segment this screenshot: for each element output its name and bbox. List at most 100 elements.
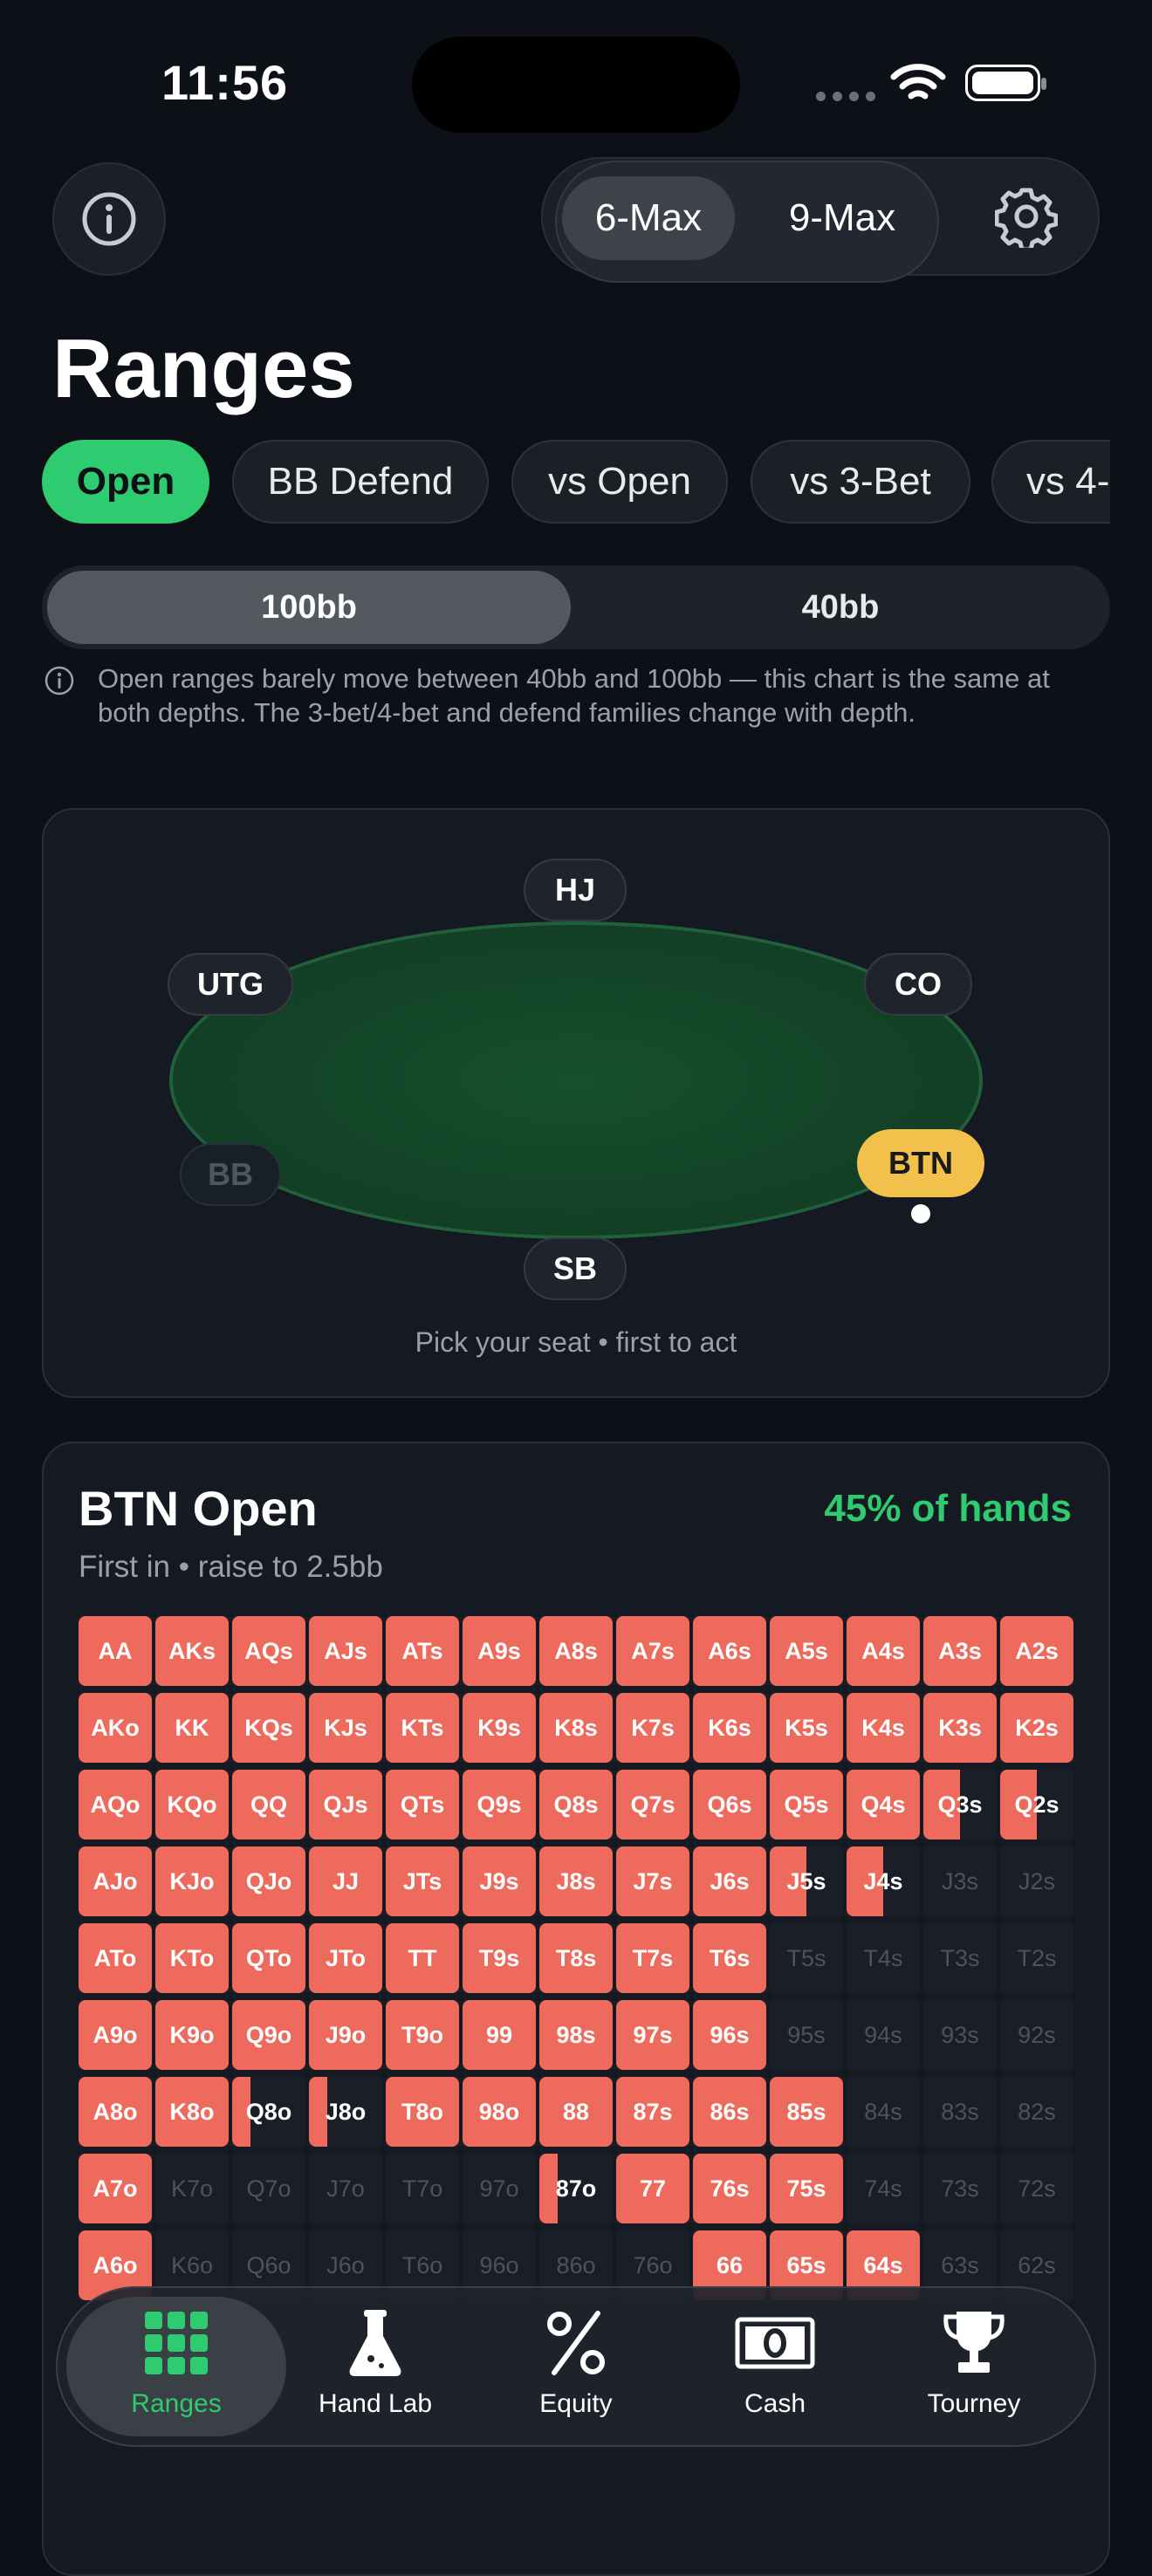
hand-cell-86s[interactable]: 86s [693, 2077, 766, 2147]
hand-cell-T9s[interactable]: T9s [463, 1923, 536, 1993]
hand-cell-AQs[interactable]: AQs [232, 1616, 305, 1686]
hand-cell-K2s[interactable]: K2s [1000, 1693, 1073, 1763]
hand-cell-J9o[interactable]: J9o [309, 2000, 382, 2070]
hand-cell-T3s[interactable]: T3s [923, 1923, 997, 1993]
hand-cell-82s[interactable]: 82s [1000, 2077, 1073, 2147]
hand-cell-AQo[interactable]: AQo [79, 1770, 152, 1840]
hand-cell-Q8s[interactable]: Q8s [539, 1770, 613, 1840]
hand-cell-J8s[interactable]: J8s [539, 1846, 613, 1916]
tab-hand-lab[interactable]: Hand Lab [288, 2304, 463, 2435]
hand-cell-KJo[interactable]: KJo [155, 1846, 229, 1916]
hand-cell-ATs[interactable]: ATs [386, 1616, 459, 1686]
hand-cell-J4s[interactable]: J4s [847, 1846, 920, 1916]
settings-gear-icon[interactable] [994, 185, 1059, 252]
hand-cell-QTs[interactable]: QTs [386, 1770, 459, 1840]
hand-cell-A8o[interactable]: A8o [79, 2077, 152, 2147]
hand-cell-K7s[interactable]: K7s [616, 1693, 689, 1763]
seat-hj[interactable]: HJ [524, 859, 627, 921]
hand-cell-J9s[interactable]: J9s [463, 1846, 536, 1916]
chip-vs-4-bet[interactable]: vs 4-Bet [991, 440, 1110, 524]
hand-cell-K9s[interactable]: K9s [463, 1693, 536, 1763]
hand-cell-K8o[interactable]: K8o [155, 2077, 229, 2147]
hand-cell-88[interactable]: 88 [539, 2077, 613, 2147]
hand-cell-84s[interactable]: 84s [847, 2077, 920, 2147]
hand-cell-AKo[interactable]: AKo [79, 1693, 152, 1763]
seat-co[interactable]: CO [864, 953, 972, 1016]
hand-cell-J2s[interactable]: J2s [1000, 1846, 1073, 1916]
hand-cell-TT[interactable]: TT [386, 1923, 459, 1993]
hand-cell-87o[interactable]: 87o [539, 2154, 613, 2223]
hand-cell-ATo[interactable]: ATo [79, 1923, 152, 1993]
hand-cell-98s[interactable]: 98s [539, 2000, 613, 2070]
chip-vs-3-bet[interactable]: vs 3-Bet [751, 440, 970, 524]
hand-cell-Q6s[interactable]: Q6s [693, 1770, 766, 1840]
hand-cell-KQo[interactable]: KQo [155, 1770, 229, 1840]
hand-cell-KTo[interactable]: KTo [155, 1923, 229, 1993]
hand-cell-QTo[interactable]: QTo [232, 1923, 305, 1993]
hand-cell-T6s[interactable]: T6s [693, 1923, 766, 1993]
hand-cell-Q4s[interactable]: Q4s [847, 1770, 920, 1840]
hand-cell-A6s[interactable]: A6s [693, 1616, 766, 1686]
hand-cell-96s[interactable]: 96s [693, 2000, 766, 2070]
hand-cell-99[interactable]: 99 [463, 2000, 536, 2070]
hand-cell-Q7s[interactable]: Q7s [616, 1770, 689, 1840]
hand-cell-97o[interactable]: 97o [463, 2154, 536, 2223]
mode-6-max[interactable]: 6-Max [562, 176, 735, 260]
hand-cell-J3s[interactable]: J3s [923, 1846, 997, 1916]
hand-cell-Q3s[interactable]: Q3s [923, 1770, 997, 1840]
hand-cell-95s[interactable]: 95s [770, 2000, 843, 2070]
hand-cell-94s[interactable]: 94s [847, 2000, 920, 2070]
hand-cell-AKs[interactable]: AKs [155, 1616, 229, 1686]
seat-btn[interactable]: BTN [857, 1129, 984, 1197]
hand-cell-98o[interactable]: 98o [463, 2077, 536, 2147]
hand-cell-A2s[interactable]: A2s [1000, 1616, 1073, 1686]
hand-cell-T7o[interactable]: T7o [386, 2154, 459, 2223]
hand-cell-JTo[interactable]: JTo [309, 1923, 382, 1993]
hand-cell-Q5s[interactable]: Q5s [770, 1770, 843, 1840]
hand-cell-97s[interactable]: 97s [616, 2000, 689, 2070]
hand-cell-T8s[interactable]: T8s [539, 1923, 613, 1993]
hand-cell-K9o[interactable]: K9o [155, 2000, 229, 2070]
hand-cell-93s[interactable]: 93s [923, 2000, 997, 2070]
hand-cell-K3s[interactable]: K3s [923, 1693, 997, 1763]
hand-cell-Q8o[interactable]: Q8o [232, 2077, 305, 2147]
hand-cell-T8o[interactable]: T8o [386, 2077, 459, 2147]
chip-open[interactable]: Open [42, 440, 209, 524]
tab-tourney[interactable]: Tourney [887, 2304, 1061, 2435]
hand-cell-QQ[interactable]: QQ [232, 1770, 305, 1840]
hand-cell-A7o[interactable]: A7o [79, 2154, 152, 2223]
hand-cell-KJs[interactable]: KJs [309, 1693, 382, 1763]
hand-cell-T9o[interactable]: T9o [386, 2000, 459, 2070]
hand-cell-QJs[interactable]: QJs [309, 1770, 382, 1840]
hand-cell-J7o[interactable]: J7o [309, 2154, 382, 2223]
hand-cell-K4s[interactable]: K4s [847, 1693, 920, 1763]
hand-cell-JJ[interactable]: JJ [309, 1846, 382, 1916]
hand-cell-J8o[interactable]: J8o [309, 2077, 382, 2147]
hand-cell-A4s[interactable]: A4s [847, 1616, 920, 1686]
hand-cell-J7s[interactable]: J7s [616, 1846, 689, 1916]
tab-cash[interactable]: Cash [688, 2304, 862, 2435]
hand-cell-A9o[interactable]: A9o [79, 2000, 152, 2070]
hand-cell-A3s[interactable]: A3s [923, 1616, 997, 1686]
hand-cell-87s[interactable]: 87s [616, 2077, 689, 2147]
hand-cell-92s[interactable]: 92s [1000, 2000, 1073, 2070]
hand-cell-73s[interactable]: 73s [923, 2154, 997, 2223]
hand-cell-AA[interactable]: AA [79, 1616, 152, 1686]
hand-cell-75s[interactable]: 75s [770, 2154, 843, 2223]
hand-cell-KK[interactable]: KK [155, 1693, 229, 1763]
hand-cell-AJo[interactable]: AJo [79, 1846, 152, 1916]
chip-bb-defend[interactable]: BB Defend [232, 440, 489, 524]
hand-cell-72s[interactable]: 72s [1000, 2154, 1073, 2223]
hand-cell-T2s[interactable]: T2s [1000, 1923, 1073, 1993]
hand-cell-KTs[interactable]: KTs [386, 1693, 459, 1763]
hand-cell-85s[interactable]: 85s [770, 2077, 843, 2147]
hand-cell-74s[interactable]: 74s [847, 2154, 920, 2223]
depth-100bb[interactable]: 100bb [47, 571, 571, 644]
depth-40bb[interactable]: 40bb [576, 571, 1105, 644]
hand-cell-Q7o[interactable]: Q7o [232, 2154, 305, 2223]
tab-equity[interactable]: Equity [489, 2304, 663, 2435]
hand-cell-A7s[interactable]: A7s [616, 1616, 689, 1686]
hand-cell-K7o[interactable]: K7o [155, 2154, 229, 2223]
hand-cell-T4s[interactable]: T4s [847, 1923, 920, 1993]
hand-cell-Q2s[interactable]: Q2s [1000, 1770, 1073, 1840]
